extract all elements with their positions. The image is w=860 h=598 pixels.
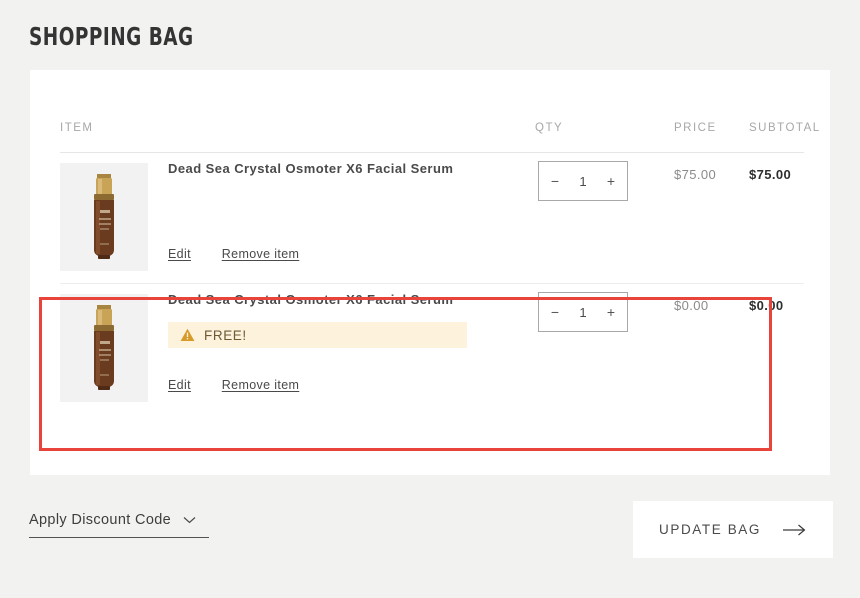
serum-bottle-image (60, 163, 148, 271)
remove-item-link[interactable]: Remove item (222, 247, 299, 261)
quantity-value[interactable]: 1 (568, 174, 598, 189)
arrow-right-icon (783, 524, 806, 535)
free-badge-label: FREE! (204, 327, 247, 343)
unit-price: $75.00 (674, 167, 717, 182)
remove-item-link[interactable]: Remove item (222, 378, 299, 392)
table-row: Dead Sea Crystal Osmoter X6 Facial Serum… (60, 284, 804, 414)
shopping-bag-card: ITEM QTY PRICE SUBTOTAL Dead Sea Crystal… (30, 70, 830, 475)
unit-price: $0.00 (674, 298, 709, 313)
update-bag-button[interactable]: UPDATE BAG (633, 501, 833, 558)
edit-link[interactable]: Edit (168, 378, 191, 392)
quantity-decrease-button[interactable]: − (539, 174, 568, 188)
quantity-value[interactable]: 1 (568, 305, 598, 320)
quantity-stepper[interactable]: − 1 + (538, 292, 628, 332)
row-subtotal: $0.00 (749, 298, 784, 313)
product-title[interactable]: Dead Sea Crystal Osmoter X6 Facial Serum (168, 161, 453, 176)
page-title: SHOPPING BAG (29, 22, 194, 51)
product-title[interactable]: Dead Sea Crystal Osmoter X6 Facial Serum (168, 292, 453, 307)
serum-bottle-image (60, 294, 148, 402)
table-header-row: ITEM QTY PRICE SUBTOTAL (60, 122, 819, 153)
quantity-decrease-button[interactable]: − (539, 305, 568, 319)
product-thumbnail[interactable] (60, 294, 148, 402)
chevron-down-icon (183, 517, 196, 524)
column-header-price: PRICE (674, 122, 717, 134)
edit-link[interactable]: Edit (168, 247, 191, 261)
column-header-subtotal: SUBTOTAL (749, 122, 821, 134)
table-row: Dead Sea Crystal Osmoter X6 Facial Serum… (60, 153, 804, 284)
status-badge: FREE! (168, 322, 467, 348)
row-actions: Edit Remove item (168, 378, 299, 392)
apply-discount-code-toggle[interactable]: Apply Discount Code (29, 512, 209, 538)
quantity-increase-button[interactable]: + (598, 305, 627, 319)
row-actions: Edit Remove item (168, 247, 299, 261)
quantity-increase-button[interactable]: + (598, 174, 627, 188)
discount-toggle-label: Apply Discount Code (29, 512, 172, 528)
column-header-qty: QTY (535, 122, 564, 134)
row-subtotal: $75.00 (749, 167, 792, 182)
update-bag-label: UPDATE BAG (658, 522, 762, 537)
warning-triangle-icon (180, 328, 195, 341)
product-thumbnail[interactable] (60, 163, 148, 271)
column-header-item: ITEM (60, 122, 94, 134)
quantity-stepper[interactable]: − 1 + (538, 161, 628, 201)
